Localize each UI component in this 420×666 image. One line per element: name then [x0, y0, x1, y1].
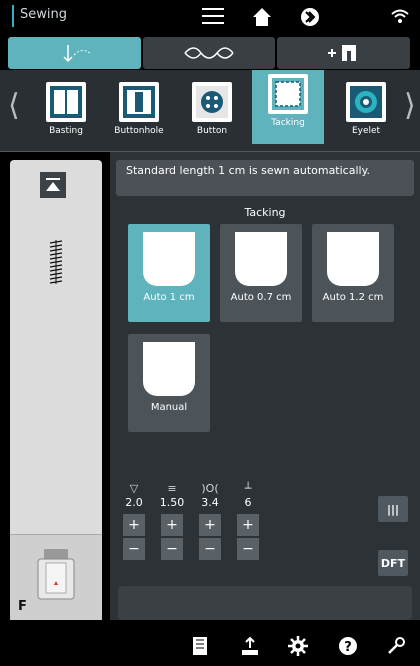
basting-icon — [46, 82, 86, 122]
tacking-auto-1cm-option[interactable]: Auto 1 cm — [128, 224, 210, 322]
scroll-top-button[interactable] — [40, 172, 66, 198]
app-title: Sewing — [20, 7, 67, 22]
stitch-width-control: )O( 3.4 + − — [196, 482, 224, 560]
button-icon — [192, 82, 232, 122]
tension-decrease-button[interactable]: − — [123, 538, 145, 560]
tension-increase-button[interactable]: + — [123, 514, 145, 536]
scroll-top-icon — [46, 178, 60, 191]
title-accent — [12, 5, 14, 27]
tab-embroidery-mode[interactable] — [142, 37, 276, 69]
stitch-preview-panel: F — [10, 160, 102, 620]
svg-text:?: ? — [344, 640, 352, 655]
stitch-program-icon[interactable] — [192, 636, 208, 661]
thread-tension-control: ▽ 2.0 + − — [120, 482, 148, 560]
embroidery-mode-icon — [184, 47, 234, 59]
forward-icon[interactable] — [300, 7, 320, 31]
section-title: Tacking — [244, 206, 286, 219]
mode-tabs — [8, 37, 411, 69]
stitch-basting[interactable]: Basting — [30, 78, 102, 150]
help-icon[interactable]: ? — [338, 636, 358, 661]
foot-letter: F — [18, 599, 27, 614]
eyelet-icon — [346, 82, 386, 122]
tacking-manual-option[interactable]: Manual — [128, 334, 210, 432]
pocket-icon — [143, 342, 195, 396]
length-decrease-button[interactable]: − — [161, 538, 183, 560]
pocket-icon — [327, 232, 379, 286]
presser-foot-area: F — [10, 534, 102, 620]
tacking-stitch-preview — [48, 240, 64, 288]
tab-add-mode[interactable] — [277, 37, 411, 69]
top-bar: Sewing — [0, 0, 420, 34]
stitch-button[interactable]: Button — [176, 78, 248, 150]
presser-foot-pressure-icon: ┴ — [244, 482, 252, 495]
tab-stitch-mode[interactable] — [8, 37, 141, 69]
stitch-buttonhole[interactable]: Buttonhole — [103, 78, 175, 150]
presser-foot-pressure-control: ┴ 6 + − — [234, 482, 262, 560]
upload-icon[interactable] — [240, 636, 260, 661]
tools-icon[interactable] — [386, 636, 406, 661]
pocket-icon — [235, 232, 287, 286]
thread-tension-icon: ▽ — [129, 482, 139, 495]
width-increase-button[interactable]: + — [199, 514, 221, 536]
width-decrease-button[interactable]: − — [199, 538, 221, 560]
tacking-icon — [268, 74, 308, 114]
chevron-right-icon[interactable]: ⟩ — [404, 88, 416, 123]
stitch-selector: ⟨ Basting Buttonhole Button Tacking Eyel… — [0, 70, 420, 152]
chevron-left-icon[interactable]: ⟨ — [8, 88, 20, 123]
stitch-tacking[interactable]: Tacking — [252, 70, 324, 144]
tacking-auto-1-2cm-option[interactable]: Auto 1.2 cm — [312, 224, 394, 322]
bottom-toolbar: ? — [0, 628, 420, 666]
pocket-icon — [143, 232, 195, 286]
length-increase-button[interactable]: + — [161, 514, 183, 536]
wifi-icon — [390, 7, 410, 29]
stitch-length-icon: ≡ — [167, 482, 177, 495]
add-stitch-icon — [327, 45, 356, 61]
info-message: Standard length 1 cm is sewn automatical… — [116, 160, 414, 196]
buttonhole-icon — [119, 82, 159, 122]
settings-gear-icon[interactable] — [288, 636, 308, 661]
stitch-ruler-button[interactable]: ||| — [378, 496, 408, 522]
pressure-increase-button[interactable]: + — [237, 514, 259, 536]
home-icon[interactable] — [252, 7, 272, 31]
menu-icon[interactable] — [202, 7, 224, 29]
presser-foot-icon — [36, 549, 76, 609]
stitch-eyelet[interactable]: Eyelet — [330, 78, 402, 150]
stitch-width-icon: )O( — [201, 482, 219, 495]
bottom-info-bar — [118, 586, 412, 620]
stitch-mode-icon — [63, 45, 91, 63]
default-button[interactable]: DFT — [378, 550, 408, 576]
stitch-length-control: ≡ 1.50 + − — [158, 482, 186, 560]
pressure-decrease-button[interactable]: − — [237, 538, 259, 560]
tacking-auto-0-7cm-option[interactable]: Auto 0.7 cm — [220, 224, 302, 322]
main-panel: Standard length 1 cm is sewn automatical… — [110, 152, 420, 620]
